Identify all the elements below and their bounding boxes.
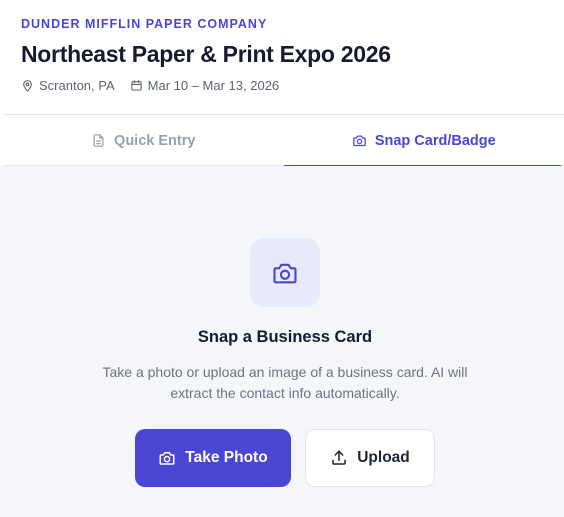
snap-heading: Snap a Business Card xyxy=(197,328,373,346)
camera-icon xyxy=(159,452,175,465)
snap-description: Take a photo or upload an image of a bus… xyxy=(102,364,468,401)
take-photo-button[interactable]: Take Photo xyxy=(135,429,291,487)
entry-mode-tabs: Quick Entry Snap Card/Badge xyxy=(3,114,564,167)
location-text: Scranton, PA xyxy=(39,78,115,93)
event-meta: Scranton, PA Mar 10 – Mar 13, 2026 xyxy=(21,78,279,93)
upload-icon xyxy=(332,450,346,465)
tab-snap-card-badge[interactable]: Snap Card/Badge xyxy=(283,115,564,167)
tab-quick-entry-label: Quick Entry xyxy=(114,132,196,149)
snap-card-panel: Snap a Business Card Take a photo or upl… xyxy=(0,166,564,517)
location-pin-icon xyxy=(23,80,32,92)
event-location: Scranton, PA xyxy=(21,78,115,93)
event-title: Northeast Paper & Print Expo 2026 xyxy=(21,41,391,67)
camera-icon xyxy=(353,135,366,147)
camera-icon-tile xyxy=(250,238,320,307)
take-photo-label: Take Photo xyxy=(185,449,268,466)
tab-quick-entry[interactable]: Quick Entry xyxy=(3,115,284,166)
event-dates: Mar 10 – Mar 13, 2026 xyxy=(130,78,280,93)
dates-text: Mar 10 – Mar 13, 2026 xyxy=(147,78,280,93)
upload-button[interactable]: Upload xyxy=(305,429,435,487)
camera-icon xyxy=(273,263,297,283)
document-icon xyxy=(93,134,104,147)
tab-snap-card-badge-label: Snap Card/Badge xyxy=(374,132,496,149)
calendar-icon xyxy=(130,80,142,91)
event-header: DUNDER MIFFLIN PAPER COMPANY Northeast P… xyxy=(0,0,564,114)
upload-label: Upload xyxy=(357,449,410,466)
company-name: DUNDER MIFFLIN PAPER COMPANY xyxy=(21,17,268,31)
